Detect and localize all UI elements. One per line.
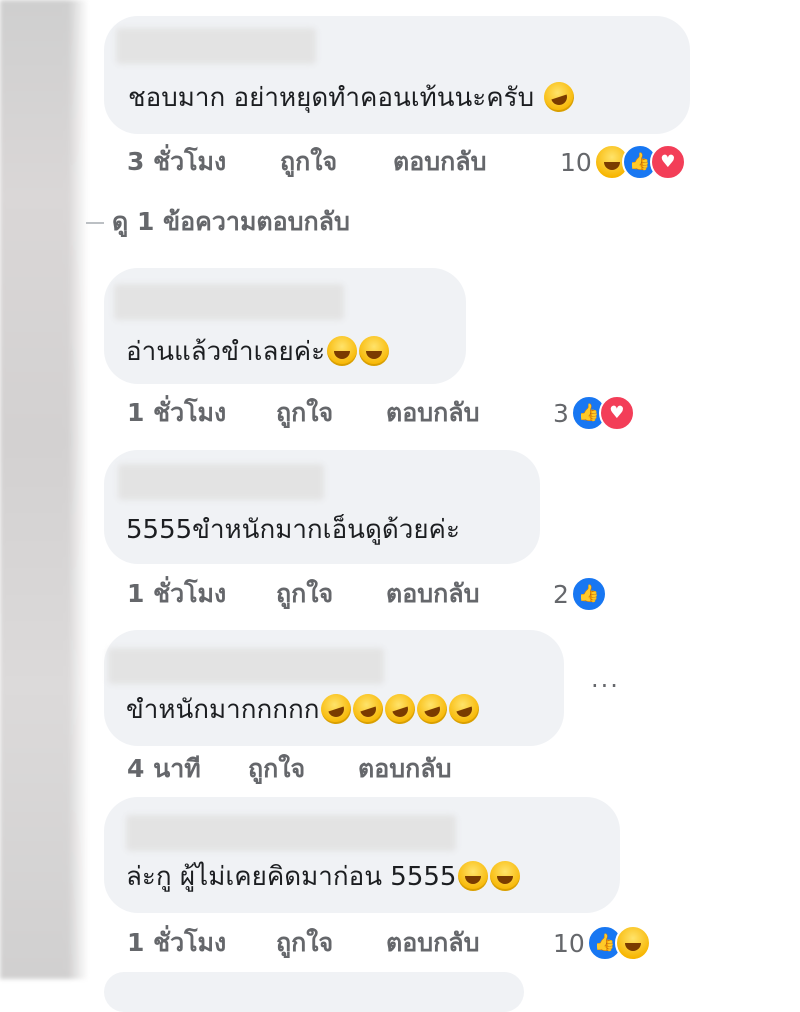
comment-bubble-4: ขำหนักมากกกกก: [104, 630, 564, 746]
reaction-count: 3: [553, 398, 569, 428]
next-comment-bubble-partial: [104, 972, 524, 1012]
comment-text-body: ขำหนักมากกกกก: [126, 695, 320, 725]
reaction-summary-5[interactable]: 10 👍: [553, 924, 651, 962]
blurred-author-name[interactable]: [126, 815, 456, 851]
comment-actions-3: 1 ชั่วโมง ถูกใจ ตอบกลับ: [127, 577, 547, 611]
like-link[interactable]: ถูกใจ: [276, 926, 333, 960]
rolling-laughing-emoji-icon: [413, 690, 452, 728]
reply-link[interactable]: ตอบกลับ: [358, 752, 451, 786]
comment-text-body: ชอบมาก อย่าหยุดทำคอนเท้นนะครับ: [128, 83, 535, 113]
like-reaction-icon: 👍: [570, 576, 607, 612]
comment-text-body: อ่านแล้วขำเลยค่ะ: [126, 337, 326, 367]
rolling-laughing-emoji-icon: [540, 78, 579, 116]
reply-link[interactable]: ตอบกลับ: [393, 145, 486, 179]
blurred-author-name[interactable]: [108, 648, 384, 684]
comment-bubble-5: ล่ะกู ผู้ไม่เคยคิดมาก่อน 5555: [104, 797, 620, 913]
grinning-sweat-emoji-icon: [458, 861, 489, 891]
reaction-summary-2[interactable]: 3 👍 ♥: [553, 394, 635, 432]
reaction-summary-1[interactable]: 10 👍 ♥: [560, 143, 686, 181]
rolling-laughing-emoji-icon: [445, 690, 484, 728]
reaction-count: 2: [553, 579, 569, 609]
view-replies-link[interactable]: ดู 1 ข้อความตอบกลับ: [86, 205, 350, 239]
blurred-author-name[interactable]: [114, 284, 344, 320]
rolling-laughing-emoji-icon: [349, 690, 388, 728]
reply-link[interactable]: ตอบกลับ: [386, 396, 479, 430]
tears-of-joy-emoji-icon: [359, 336, 390, 366]
timestamp[interactable]: 4 นาที: [127, 752, 201, 786]
blurred-author-name[interactable]: [116, 28, 316, 64]
blurred-avatar-column: [0, 0, 88, 979]
reaction-summary-3[interactable]: 2 👍: [553, 575, 607, 613]
rolling-laughing-emoji-icon: [317, 690, 356, 728]
comment-text: ขำหนักมากกกกก: [126, 690, 484, 728]
comment-text-body: ล่ะกู ผู้ไม่เคยคิดมาก่อน 5555: [126, 862, 457, 892]
timestamp[interactable]: 1 ชั่วโมง: [127, 926, 226, 960]
haha-reaction-icon: [614, 925, 651, 961]
comment-text: ชอบมาก อย่าหยุดทำคอนเท้นนะครับ: [128, 78, 579, 116]
rolling-laughing-emoji-icon: [381, 690, 420, 728]
view-replies-label: ดู 1 ข้อความตอบกลับ: [112, 207, 350, 236]
reaction-count: 10: [553, 928, 585, 958]
comment-actions-2: 1 ชั่วโมง ถูกใจ ตอบกลับ: [127, 396, 547, 430]
tears-of-joy-emoji-icon: [327, 336, 358, 366]
comment-bubble-3: 5555ขำหนักมากเอ็นดูด้วยค่ะ: [104, 450, 540, 564]
like-link[interactable]: ถูกใจ: [276, 577, 333, 611]
grinning-sweat-emoji-icon: [490, 861, 521, 891]
reply-link[interactable]: ตอบกลับ: [386, 577, 479, 611]
comment-text: ล่ะกู ผู้ไม่เคยคิดมาก่อน 5555: [126, 861, 521, 893]
timestamp[interactable]: 1 ชั่วโมง: [127, 396, 226, 430]
love-reaction-icon: ♥: [649, 144, 686, 180]
comment-actions-4: 4 นาที ถูกใจ ตอบกลับ: [127, 752, 507, 786]
more-options-icon[interactable]: ···: [591, 672, 620, 700]
like-link[interactable]: ถูกใจ: [280, 145, 337, 179]
reaction-count: 10: [560, 147, 592, 177]
like-link[interactable]: ถูกใจ: [248, 752, 305, 786]
thread-dash: [86, 222, 104, 224]
timestamp[interactable]: 1 ชั่วโมง: [127, 577, 226, 611]
timestamp[interactable]: 3 ชั่วโมง: [127, 145, 226, 179]
reply-link[interactable]: ตอบกลับ: [386, 926, 479, 960]
love-reaction-icon: ♥: [598, 395, 635, 431]
comment-text: อ่านแล้วขำเลยค่ะ: [126, 336, 390, 368]
blurred-author-name[interactable]: [118, 464, 324, 500]
comment-bubble-1: ชอบมาก อย่าหยุดทำคอนเท้นนะครับ: [104, 16, 690, 134]
comment-text-body: 5555ขำหนักมากเอ็นดูด้วยค่ะ: [126, 515, 460, 545]
comment-actions-5: 1 ชั่วโมง ถูกใจ ตอบกลับ: [127, 926, 547, 960]
like-link[interactable]: ถูกใจ: [276, 396, 333, 430]
comment-bubble-2: อ่านแล้วขำเลยค่ะ: [104, 268, 466, 384]
comment-text: 5555ขำหนักมากเอ็นดูด้วยค่ะ: [126, 514, 460, 546]
